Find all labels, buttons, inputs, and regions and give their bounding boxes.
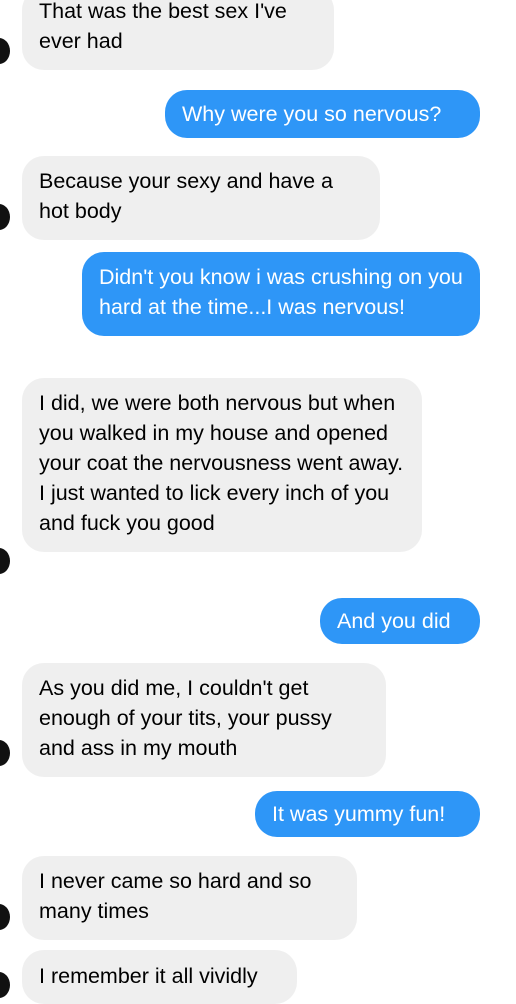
incoming-message-bubble[interactable]: I never came so hard and so many times (22, 856, 357, 940)
contact-avatar (0, 740, 10, 766)
message-text: And you did (337, 609, 451, 633)
contact-avatar (0, 972, 10, 998)
outgoing-message-bubble[interactable]: Why were you so nervous? (165, 90, 480, 138)
message-text: That was the best sex I've ever had (39, 0, 287, 53)
contact-avatar (0, 204, 10, 230)
outgoing-message-bubble[interactable]: It was yummy fun! (255, 791, 480, 837)
outgoing-message-bubble[interactable]: And you did (320, 598, 480, 644)
incoming-message-bubble[interactable]: As you did me, I couldn't get enough of … (22, 663, 386, 777)
message-text: Because your sexy and have a hot body (39, 169, 334, 223)
contact-avatar (0, 904, 10, 930)
contact-avatar (0, 38, 10, 64)
message-text: It was yummy fun! (272, 802, 446, 826)
incoming-message-bubble[interactable]: Because your sexy and have a hot body (22, 156, 380, 240)
message-thread: That was the best sex I've ever had Why … (0, 0, 516, 1004)
message-text: I did, we were both nervous but when you… (39, 391, 404, 535)
incoming-message-bubble[interactable]: I did, we were both nervous but when you… (22, 378, 422, 552)
outgoing-message-bubble[interactable]: Didn't you know i was crushing on you ha… (82, 252, 480, 336)
contact-avatar (0, 548, 10, 574)
message-text: I remember it all vividly (39, 964, 258, 988)
incoming-message-bubble[interactable]: That was the best sex I've ever had (22, 0, 334, 70)
message-text: I never came so hard and so many times (39, 869, 312, 923)
message-text: Didn't you know i was crushing on you ha… (99, 265, 463, 319)
message-text: As you did me, I couldn't get enough of … (39, 676, 332, 760)
message-text: Why were you so nervous? (182, 102, 442, 126)
incoming-message-bubble[interactable]: I remember it all vividly (22, 950, 297, 1004)
